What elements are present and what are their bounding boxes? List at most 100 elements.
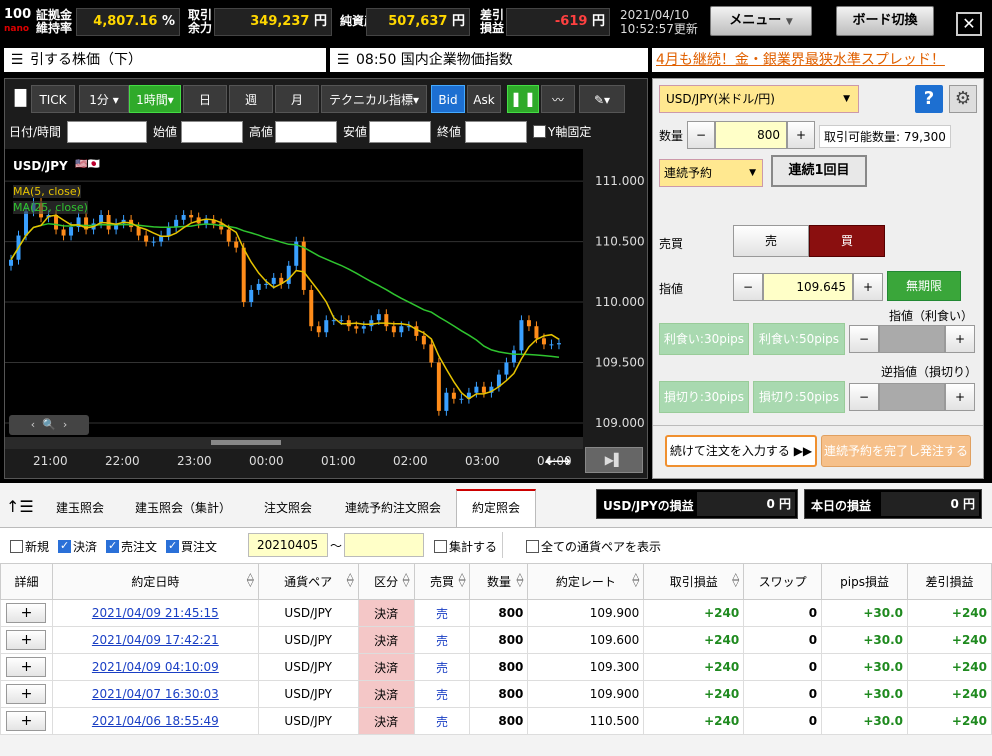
sort-icon[interactable]: △ ▽ bbox=[347, 573, 354, 589]
sort-icon[interactable]: △ ▽ bbox=[459, 573, 466, 589]
candlestick-icon[interactable]: ▌▐ bbox=[507, 85, 539, 113]
expand-detail-button[interactable]: + bbox=[6, 603, 47, 623]
menu-button[interactable]: メニュー ▼ bbox=[710, 6, 812, 36]
expand-detail-button[interactable]: + bbox=[6, 684, 47, 704]
complete-order-button[interactable]: 連続予約を完了し発注する bbox=[821, 435, 971, 467]
tp-minus-button[interactable]: − bbox=[849, 325, 879, 353]
news-item-1[interactable]: ☰ 引する株価（下） bbox=[4, 48, 326, 72]
low-field[interactable] bbox=[369, 121, 431, 143]
help-icon[interactable]: ? bbox=[915, 85, 943, 113]
candle-body bbox=[354, 326, 359, 329]
candle-body bbox=[519, 320, 524, 351]
tab-positions[interactable]: 建玉照会 bbox=[40, 491, 120, 525]
filter-new-checkbox[interactable]: 新規 bbox=[10, 538, 49, 555]
technical-indicator-select[interactable]: テクニカル指標▾ bbox=[321, 85, 427, 113]
expand-detail-button[interactable]: + bbox=[6, 711, 47, 731]
datetime-field[interactable] bbox=[67, 121, 147, 143]
all-pairs-checkbox[interactable]: 全ての通貨ペアを表示 bbox=[526, 538, 661, 555]
column-header[interactable]: 約定レート △ ▽ bbox=[527, 563, 645, 600]
column-header[interactable]: 通貨ペア △ ▽ bbox=[257, 563, 359, 600]
tp30-button[interactable]: 利食い:30pips bbox=[659, 323, 749, 355]
jump-latest-icon[interactable]: ▶▌ bbox=[585, 447, 643, 473]
execution-datetime-link[interactable]: 2021/04/09 21:45:15 bbox=[92, 606, 219, 620]
column-header[interactable]: 区分 △ ▽ bbox=[357, 563, 415, 600]
expand-arrows-icon[interactable]: ⟷ bbox=[545, 451, 571, 472]
tab-sequence-orders[interactable]: 連続予約注文照会 bbox=[334, 491, 452, 525]
sl-minus-button[interactable]: − bbox=[849, 383, 879, 411]
execution-datetime-link[interactable]: 2021/04/06 18:55:49 bbox=[92, 714, 219, 728]
tab-week[interactable]: 週 bbox=[229, 85, 273, 113]
sl-input[interactable] bbox=[879, 383, 945, 411]
datetime-cell: 2021/04/09 04:10:09 bbox=[51, 653, 259, 681]
sl30-button[interactable]: 損切り:30pips bbox=[659, 381, 749, 413]
tp-plus-button[interactable]: + bbox=[945, 325, 975, 353]
sl50-button[interactable]: 損切り:50pips bbox=[753, 381, 845, 413]
line-chart-icon[interactable]: 〰 bbox=[541, 85, 575, 113]
currency-pair-select[interactable]: USD/JPY(米ドル/円) ▼ bbox=[659, 85, 859, 113]
unlimited-button[interactable]: 無期限 bbox=[887, 271, 961, 301]
buy-button[interactable]: 買 bbox=[809, 225, 885, 257]
high-field[interactable] bbox=[275, 121, 337, 143]
news-item-2[interactable]: ☰ 08:50 国内企業物価指数 bbox=[330, 48, 648, 72]
tab-day[interactable]: 日 bbox=[183, 85, 227, 113]
draw-tool-icon[interactable]: ✎▾ bbox=[579, 85, 625, 113]
limit-plus-button[interactable]: + bbox=[853, 273, 883, 301]
filter-sell-checkbox[interactable]: 売注文 bbox=[106, 538, 157, 555]
detail-cell: + bbox=[0, 680, 53, 708]
tp50-button[interactable]: 利食い:50pips bbox=[753, 323, 845, 355]
aggregate-checkbox[interactable]: 集計する bbox=[434, 538, 497, 555]
limit-minus-button[interactable]: − bbox=[733, 273, 763, 301]
board-switch-button[interactable]: ボード切換 bbox=[836, 6, 934, 36]
tab-month[interactable]: 月 bbox=[275, 85, 319, 113]
sell-button[interactable]: 売 bbox=[733, 225, 809, 257]
gear-icon[interactable]: ⚙ bbox=[949, 85, 977, 113]
tab-positions-summary[interactable]: 建玉照会（集計） bbox=[124, 491, 242, 525]
date-to-input[interactable] bbox=[344, 533, 424, 557]
sl-plus-button[interactable]: + bbox=[945, 383, 975, 411]
sort-icon[interactable]: △ ▽ bbox=[732, 573, 739, 589]
interval-select-1h[interactable]: 1時間▾ bbox=[129, 85, 181, 113]
limit-price-input[interactable]: 109.645 bbox=[763, 273, 853, 301]
ask-button[interactable]: Ask bbox=[467, 85, 501, 113]
qty-plus-button[interactable]: + bbox=[787, 121, 815, 149]
y-tick-label: 109.000 bbox=[595, 416, 645, 430]
candle-body bbox=[331, 320, 336, 322]
sort-icon[interactable]: △ ▽ bbox=[632, 573, 639, 589]
expand-detail-button[interactable]: + bbox=[6, 657, 47, 677]
open-field[interactable] bbox=[181, 121, 243, 143]
tick-button[interactable]: TICK bbox=[31, 85, 75, 113]
candle-body bbox=[549, 344, 554, 346]
sort-list-icon[interactable]: ↑☰ bbox=[6, 497, 34, 516]
order-type-select[interactable]: 連続予約 ▼ bbox=[659, 159, 763, 187]
tab-executions[interactable]: 約定照会 bbox=[456, 489, 536, 527]
column-header[interactable]: 売買 △ ▽ bbox=[413, 563, 471, 600]
table-body: +2021/04/09 21:45:15 USD/JPY 決済売 800 109.900… bbox=[0, 599, 992, 735]
sort-icon[interactable]: △ ▽ bbox=[403, 573, 410, 589]
bar-chart-icon[interactable]: ▐▌ bbox=[9, 89, 32, 107]
filter-settle-checkbox[interactable]: 決済 bbox=[58, 538, 97, 555]
filter-buy-checkbox[interactable]: 買注文 bbox=[166, 538, 217, 555]
tab-orders[interactable]: 注文照会 bbox=[246, 491, 330, 525]
date-from-input[interactable]: 20210405 bbox=[248, 533, 328, 557]
sort-icon[interactable]: △ ▽ bbox=[247, 573, 254, 589]
column-header[interactable]: 数量 △ ▽ bbox=[469, 563, 529, 600]
promo-link[interactable]: 4月も継続！金・銀業界最狭水準スプレッド！ bbox=[652, 48, 984, 72]
close-icon[interactable]: ✕ bbox=[956, 12, 982, 36]
execution-datetime-link[interactable]: 2021/04/09 17:42:21 bbox=[92, 633, 219, 647]
expand-detail-button[interactable]: + bbox=[6, 630, 47, 650]
price-chart[interactable]: 111.000 110.500 110.000 109.500 109.000 21:00… bbox=[5, 149, 647, 479]
column-header[interactable]: 約定日時 △ ▽ bbox=[51, 563, 259, 600]
close-field[interactable] bbox=[465, 121, 527, 143]
execution-datetime-link[interactable]: 2021/04/07 16:30:03 bbox=[92, 687, 219, 701]
execution-datetime-link[interactable]: 2021/04/09 04:10:09 bbox=[92, 660, 219, 674]
qty-input[interactable]: 800 bbox=[715, 121, 787, 149]
continue-order-button[interactable]: 続けて注文を入力する ▶▶ bbox=[665, 435, 817, 467]
y-axis-fix-checkbox[interactable]: Y軸固定 bbox=[533, 123, 591, 140]
bid-button[interactable]: Bid bbox=[431, 85, 465, 113]
column-header[interactable]: 取引損益 △ ▽ bbox=[643, 563, 745, 600]
interval-select-1m[interactable]: 1分 ▾ bbox=[79, 85, 129, 113]
chart-nav-controls[interactable]: ‹ 🔍 › bbox=[9, 415, 89, 435]
tp-input[interactable] bbox=[879, 325, 945, 353]
qty-minus-button[interactable]: − bbox=[687, 121, 715, 149]
sort-icon[interactable]: △ ▽ bbox=[517, 573, 524, 589]
